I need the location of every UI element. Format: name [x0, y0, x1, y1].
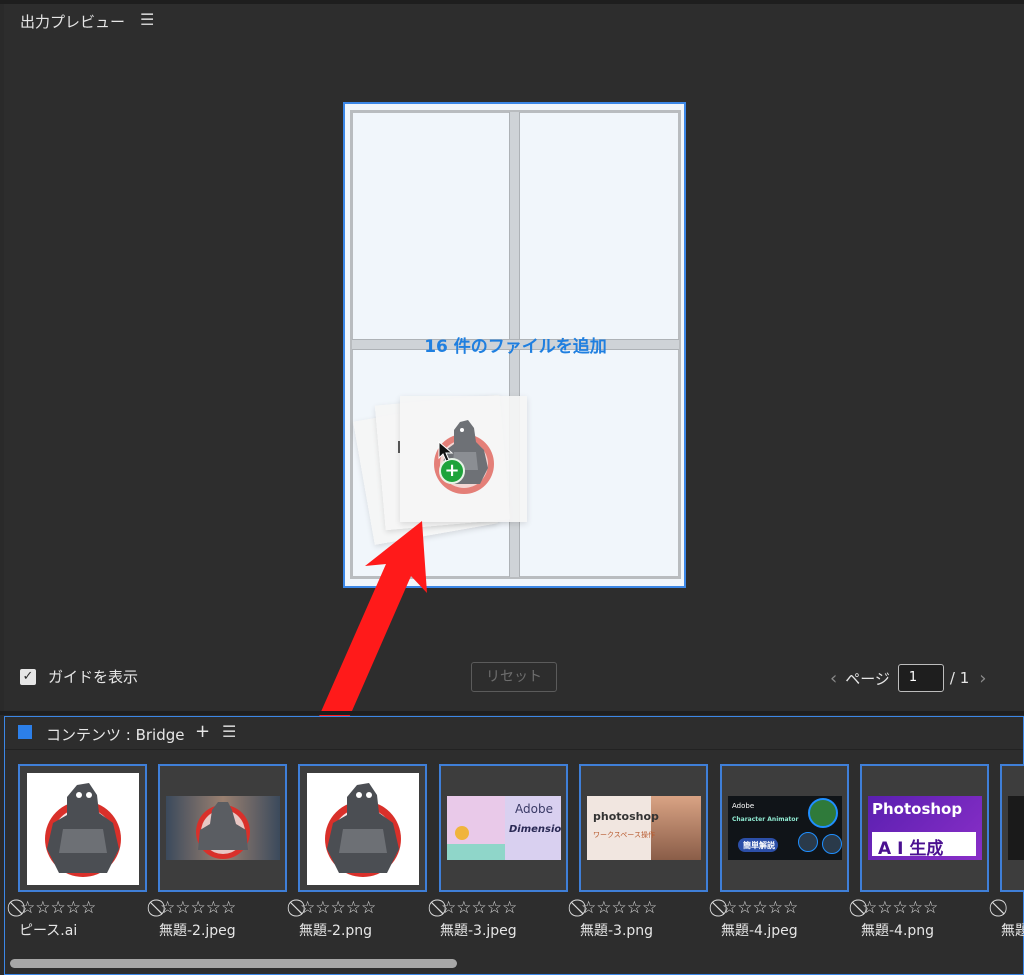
content-item-tile[interactable]: photoshop ワークスペース操作: [579, 764, 708, 892]
mascot-icon: [196, 802, 250, 859]
horizontal-scrollbar[interactable]: [10, 959, 457, 968]
cursor-icon: [438, 441, 454, 462]
thumbnail: photoshop ワークスペース操作: [587, 796, 701, 860]
rating-stars[interactable]: ⃠☆☆☆☆☆: [581, 898, 657, 918]
thumb-text: Adobe: [515, 802, 553, 816]
page-number-input[interactable]: 1: [897, 664, 944, 692]
panel-divider: [0, 711, 1024, 715]
content-item-tile[interactable]: [1000, 764, 1024, 892]
thumbnail: Adobe Character Animator 簡単解説: [728, 796, 842, 860]
show-guides-toggle[interactable]: ✓ ガイドを表示: [20, 666, 138, 687]
file-name: ピース.ai: [19, 923, 78, 939]
thumbnail: [307, 773, 419, 885]
thumbnail: [166, 796, 280, 860]
rating-stars[interactable]: ⃠☆☆☆☆☆: [300, 898, 376, 918]
thumbnail: [1008, 796, 1024, 860]
ghost-mark: [398, 441, 400, 453]
mascot-icon: [45, 783, 121, 877]
thumb-text: Character Animator: [732, 816, 799, 823]
thumb-text: 簡単解説: [743, 841, 775, 850]
thumbnail: Photoshop A I 生成: [868, 796, 982, 860]
file-name: 無題-4.png: [861, 923, 935, 939]
chevron-right-icon[interactable]: ›: [979, 668, 986, 689]
reset-button[interactable]: リセット: [471, 662, 557, 692]
thumb-text: Photoshop: [872, 800, 963, 818]
thumb-graphic: [447, 844, 505, 860]
content-item-tile[interactable]: Adobe Dimension: [439, 764, 568, 892]
content-item-tile[interactable]: Photoshop A I 生成: [860, 764, 989, 892]
content-header-separator: [5, 749, 1023, 750]
rating-stars[interactable]: ⃠☆☆☆☆☆: [722, 898, 798, 918]
file-name: 無題-3.png: [580, 923, 654, 939]
plus-icon[interactable]: +: [195, 721, 210, 742]
file-name: 無題-2.png: [299, 923, 373, 939]
content-panel-title: コンテンツ : Bridge: [46, 726, 185, 744]
rating-stars[interactable]: ⃠☆☆☆☆☆: [441, 898, 517, 918]
thumb-graphic: [798, 832, 818, 852]
file-name: 無題-3.jpeg: [440, 923, 517, 939]
content-item-tile[interactable]: Adobe Character Animator 簡単解説: [720, 764, 849, 892]
thumbnail: Adobe Dimension: [447, 796, 561, 860]
thumb-text: Adobe: [732, 802, 755, 810]
mascot-icon: [325, 783, 401, 877]
rating-stars[interactable]: ⃠☆☆☆☆☆: [862, 898, 938, 918]
thumb-text: ワークスペース操作: [593, 831, 655, 839]
content-panel-menu-icon[interactable]: ☰: [222, 722, 236, 741]
preview-panel-menu-icon[interactable]: ☰: [140, 10, 154, 29]
guide-checkbox[interactable]: ✓: [20, 668, 36, 685]
preview-panel-title: 出力プレビュー: [20, 13, 126, 31]
file-name: 無題-4.jpeg: [721, 923, 798, 939]
file-name: 無題: [1001, 923, 1024, 939]
panel-color-icon: [18, 725, 32, 739]
thumb-text: A I 生成: [878, 839, 944, 859]
thumb-graphic: [822, 834, 842, 854]
page-label: ページ: [845, 669, 890, 688]
rating-stars[interactable]: ⃠☆☆☆☆☆: [160, 898, 236, 918]
page-total: / 1: [949, 669, 970, 687]
thumb-graphic: [651, 796, 701, 860]
chevron-left-icon[interactable]: ‹: [830, 668, 837, 689]
thumbnail: [27, 773, 139, 885]
thumb-graphic: [455, 826, 469, 840]
guide-label: ガイドを表示: [48, 668, 139, 686]
thumb-text: Dimension: [509, 824, 561, 835]
rating-stars[interactable]: ⃠☆☆☆☆☆: [20, 898, 96, 918]
file-name: 無題-2.jpeg: [159, 923, 236, 939]
thumb-graphic: [808, 798, 838, 828]
page-navigator: ‹ ページ 1 / 1 ›: [830, 664, 986, 692]
drop-files-label: 16 件のファイルを追加: [424, 337, 607, 357]
thumb-text: photoshop: [593, 810, 659, 823]
content-item-tile[interactable]: [298, 764, 427, 892]
content-item-tile[interactable]: [158, 764, 287, 892]
content-item-tile[interactable]: [18, 764, 147, 892]
